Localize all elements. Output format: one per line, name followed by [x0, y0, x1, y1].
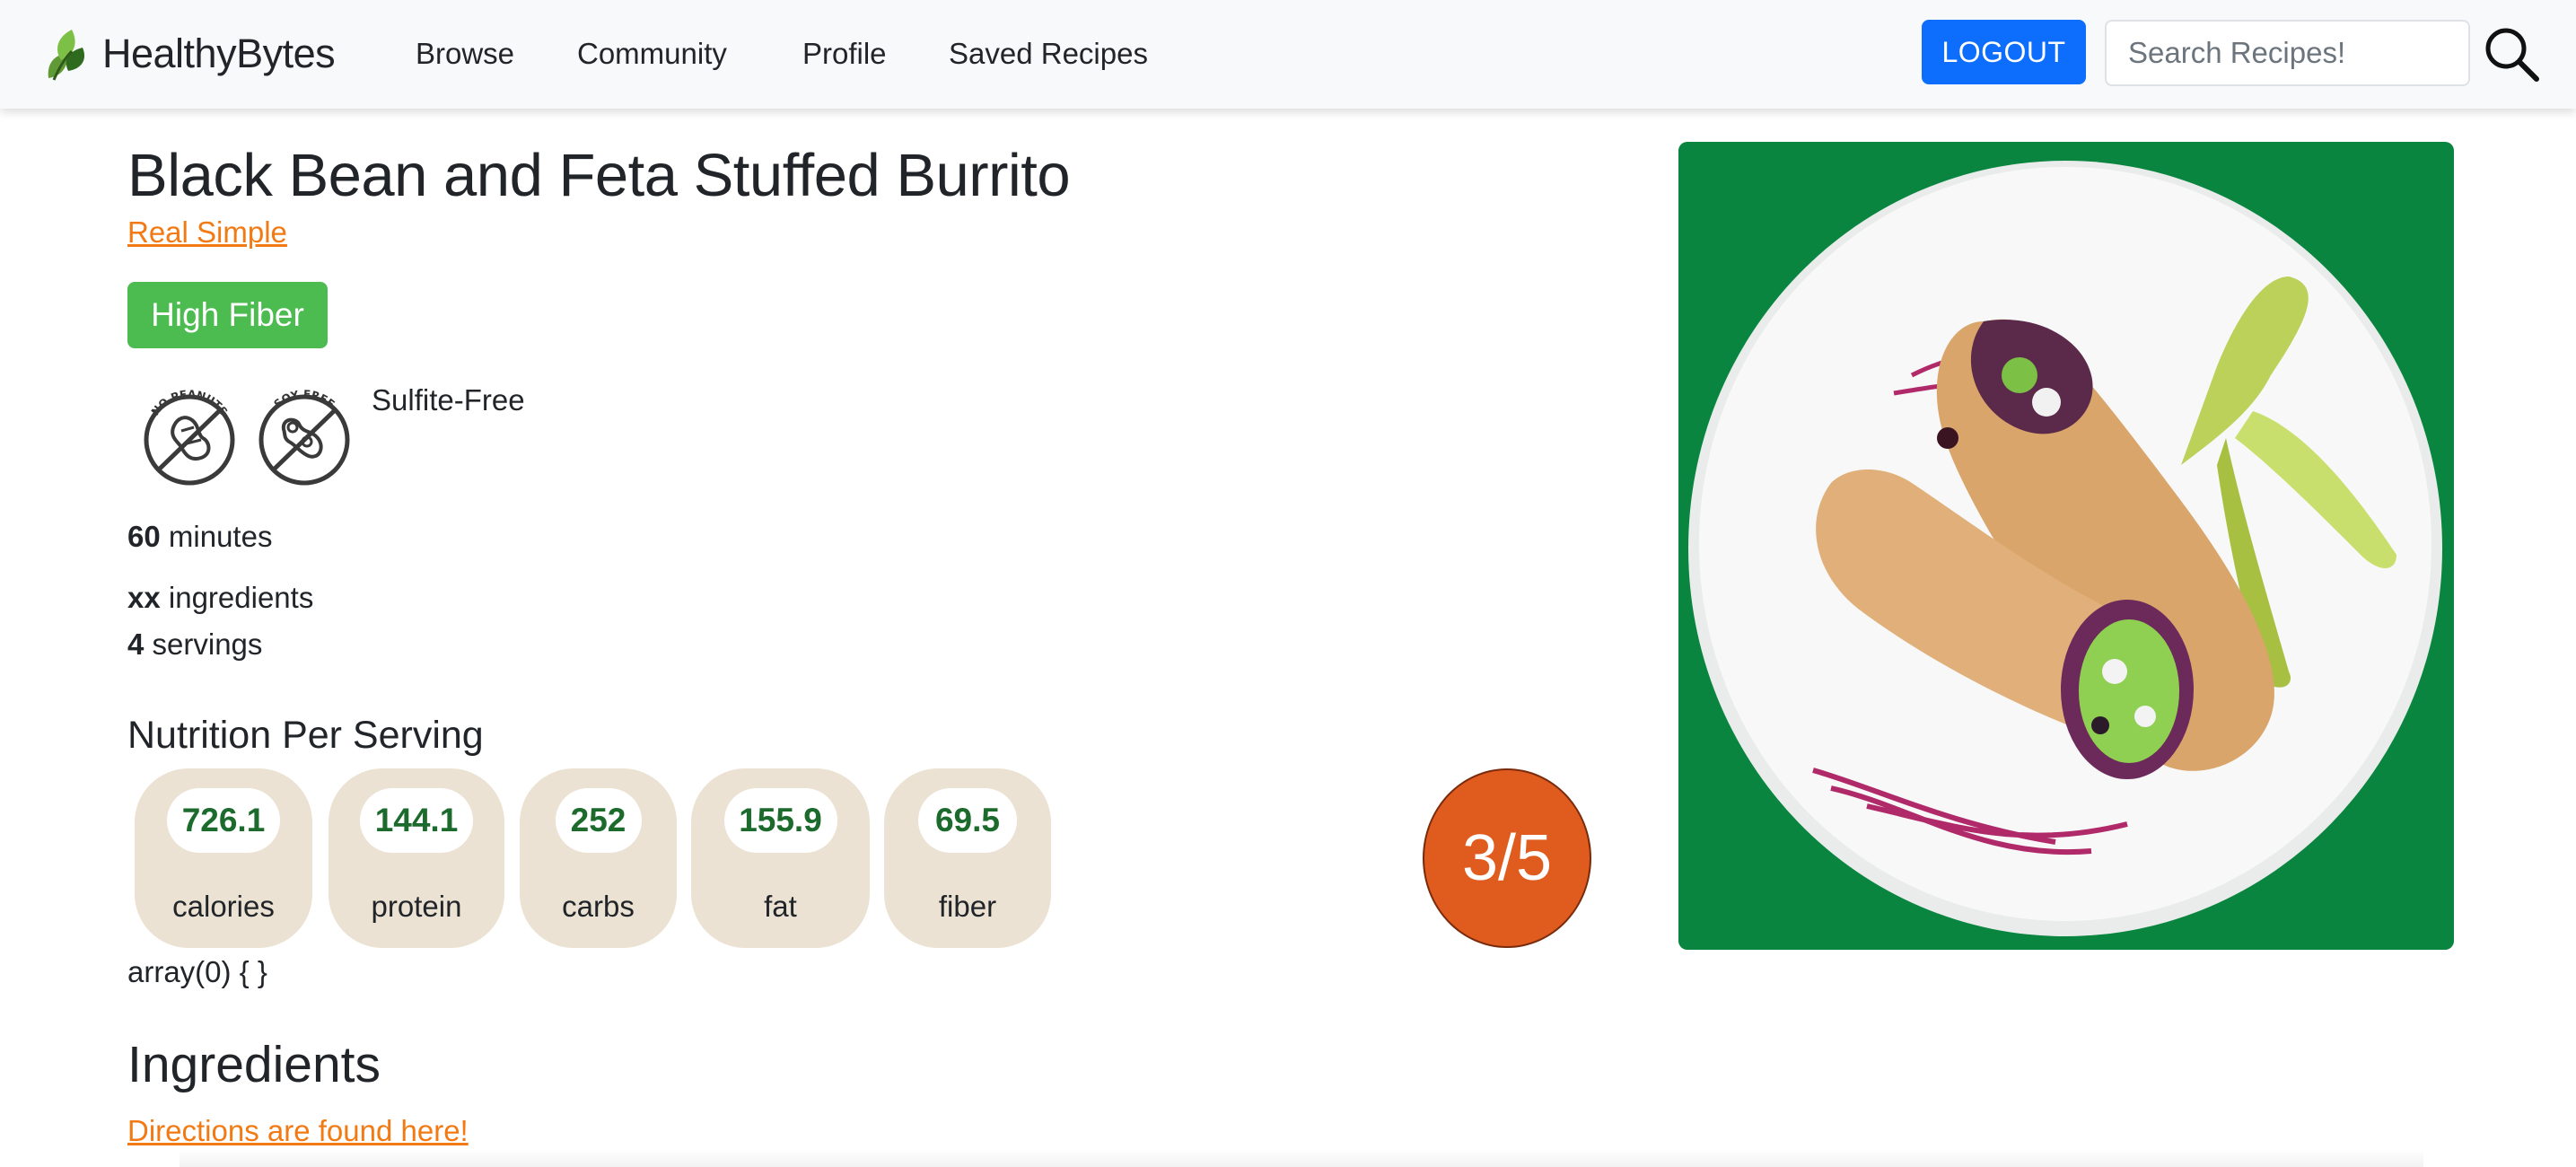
brand[interactable]: HealthyBytes	[41, 23, 336, 84]
nutrition-heading: Nutrition Per Serving	[127, 714, 484, 757]
nav-link-profile[interactable]: Profile	[802, 34, 887, 74]
burrito-plate-illustration	[1678, 142, 2454, 950]
navbar: HealthyBytes Browse Community Profile Sa…	[0, 0, 2576, 109]
nutrition-fiber: 69.5 fiber	[884, 768, 1051, 948]
servings-unit: servings	[152, 627, 263, 661]
ingredients-heading: Ingredients	[127, 1036, 381, 1093]
search-input[interactable]	[2105, 20, 2470, 86]
search-icon[interactable]	[2483, 25, 2540, 83]
fiber-value: 69.5	[918, 788, 1017, 853]
ingredient-count-value: xx	[127, 581, 161, 614]
nutrition-calories: 726.1 calories	[135, 768, 312, 948]
rating-badge: 3/5	[1423, 768, 1591, 948]
logout-button[interactable]: LOGOUT	[1922, 20, 2086, 84]
debug-output: array(0) { }	[127, 955, 267, 988]
nav-link-browse[interactable]: Browse	[416, 34, 514, 74]
cook-time: 60 minutes	[127, 519, 272, 555]
fiber-label: fiber	[938, 890, 997, 923]
directions-link[interactable]: Directions are found here!	[127, 1111, 469, 1151]
recipe-image	[1678, 142, 2454, 950]
nutrition-fat: 155.9 fat	[691, 768, 870, 948]
high-fiber-badge: High Fiber	[127, 282, 328, 348]
nutrition-carbs: 252 carbs	[520, 768, 677, 948]
carbs-value: 252	[555, 788, 642, 853]
calories-value: 726.1	[167, 788, 280, 853]
sulfite-free-label: Sulfite-Free	[372, 383, 525, 417]
protein-label: protein	[371, 890, 462, 923]
fat-label: fat	[764, 890, 797, 923]
recipe-source-link[interactable]: Real Simple	[127, 213, 287, 252]
ingredient-count: xx ingredients	[127, 580, 313, 616]
leaf-logo-icon	[48, 30, 85, 81]
svg-text:SOY FREE: SOY FREE	[272, 388, 337, 410]
soy-free-icon: SOY FREE	[258, 388, 350, 486]
no-peanuts-icon: NO PEANUTS	[144, 388, 235, 486]
cook-time-value: 60	[127, 520, 161, 553]
recipe-title: Black Bean and Feta Stuffed Burrito	[127, 142, 1071, 209]
protein-value: 144.1	[360, 788, 473, 853]
nav-link-saved-recipes[interactable]: Saved Recipes	[949, 34, 1148, 74]
cook-time-unit: minutes	[168, 520, 273, 553]
brand-name: HealthyBytes	[102, 31, 336, 76]
bottom-shadow	[180, 1149, 2423, 1167]
calories-label: calories	[172, 890, 275, 923]
nav-link-community[interactable]: Community	[577, 34, 727, 74]
nutrition-protein: 144.1 protein	[329, 768, 504, 948]
ingredient-count-unit: ingredients	[168, 581, 314, 614]
servings-value: 4	[127, 627, 145, 661]
carbs-label: carbs	[562, 890, 635, 923]
fat-value: 155.9	[723, 788, 837, 853]
servings: 4 servings	[127, 627, 262, 662]
